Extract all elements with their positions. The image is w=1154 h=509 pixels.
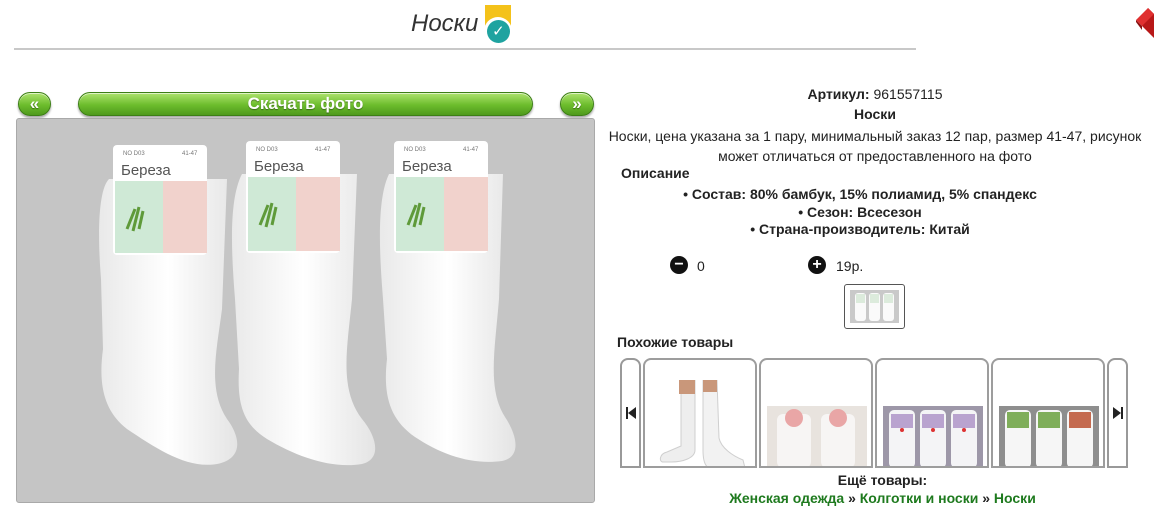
price-value: 19р. — [836, 258, 864, 274]
plus-circle-icon[interactable]: + — [808, 256, 826, 274]
similar-item[interactable] — [643, 358, 757, 468]
photo-thumbnail[interactable] — [844, 284, 905, 329]
product-name: Носки — [854, 106, 896, 122]
product-description: Носки, цена указана за 1 пару, минимальн… — [600, 126, 1150, 166]
crumb-womens-clothing[interactable]: Женская одежда — [729, 490, 844, 506]
category-breadcrumb: Женская одежда » Колготки и носки » Носк… — [600, 490, 1154, 506]
description-heading: Описание — [621, 165, 690, 181]
similar-next-button[interactable] — [1107, 358, 1128, 468]
similar-item-image — [883, 406, 983, 466]
page-title: Носки — [411, 10, 479, 37]
similar-item-image — [999, 406, 1099, 466]
spec-season: • Сезон: Всесезон — [798, 204, 922, 220]
similar-item[interactable] — [875, 358, 989, 468]
pack-size: 41-47 — [463, 147, 479, 153]
title-bar: Носки ✓ — [411, 4, 513, 45]
pack-code: NO D03 — [123, 151, 145, 157]
article-value: 961557115 — [873, 86, 943, 102]
similar-item[interactable] — [759, 358, 873, 468]
spec-composition: • Состав: 80% бамбук, 15% полиамид, 5% с… — [683, 186, 1037, 202]
more-products-heading: Ещё товары: — [837, 472, 928, 488]
crumb-separator: » — [848, 490, 856, 506]
article-line: Артикул: 961557115 — [600, 86, 1150, 102]
check-badge-icon: ✓ — [484, 5, 513, 45]
pack-brand: Береза — [402, 158, 452, 175]
step-forward-icon — [1112, 407, 1123, 419]
pack-brand: Береза — [254, 158, 304, 175]
minus-circle-icon[interactable]: − — [670, 256, 688, 274]
description-line: Носки, цена указана за 1 пару, минимальн… — [608, 128, 1142, 144]
spec-country: • Страна-производитель: Китай — [750, 221, 970, 237]
similar-prev-button[interactable] — [620, 358, 641, 468]
similar-item[interactable] — [991, 358, 1105, 468]
similar-item-image — [767, 406, 867, 466]
similar-item-image — [653, 380, 751, 466]
pack-brand: Береза — [121, 162, 171, 179]
article-label: Артикул: — [807, 86, 870, 102]
red-arrow-icon[interactable] — [1136, 8, 1154, 38]
similar-heading: Похожие товары — [617, 334, 734, 350]
download-photo-button[interactable]: Скачать фото — [78, 92, 533, 116]
description-line: может отличаться от предоставленного на … — [718, 148, 1032, 164]
pack-size: 41-47 — [315, 147, 331, 153]
pack-code: NO D03 — [404, 147, 426, 153]
quantity-value: 0 — [697, 258, 705, 274]
crumb-socks[interactable]: Носки — [994, 490, 1036, 506]
next-photo-button[interactable]: » — [560, 92, 594, 116]
crumb-tights-and-socks[interactable]: Колготки и носки — [860, 490, 979, 506]
header-divider — [14, 48, 916, 50]
prev-photo-button[interactable]: « — [18, 92, 51, 116]
crumb-separator: » — [982, 490, 991, 506]
pack-code: NO D03 — [256, 147, 278, 153]
pack-size: 41-47 — [182, 151, 198, 157]
socks-image: NO D03 41-47 Береза NO D03 41-47 Береза … — [99, 141, 516, 466]
step-backward-icon — [625, 407, 636, 419]
product-photo[interactable]: NO D03 41-47 Береза NO D03 41-47 Береза … — [16, 118, 595, 503]
